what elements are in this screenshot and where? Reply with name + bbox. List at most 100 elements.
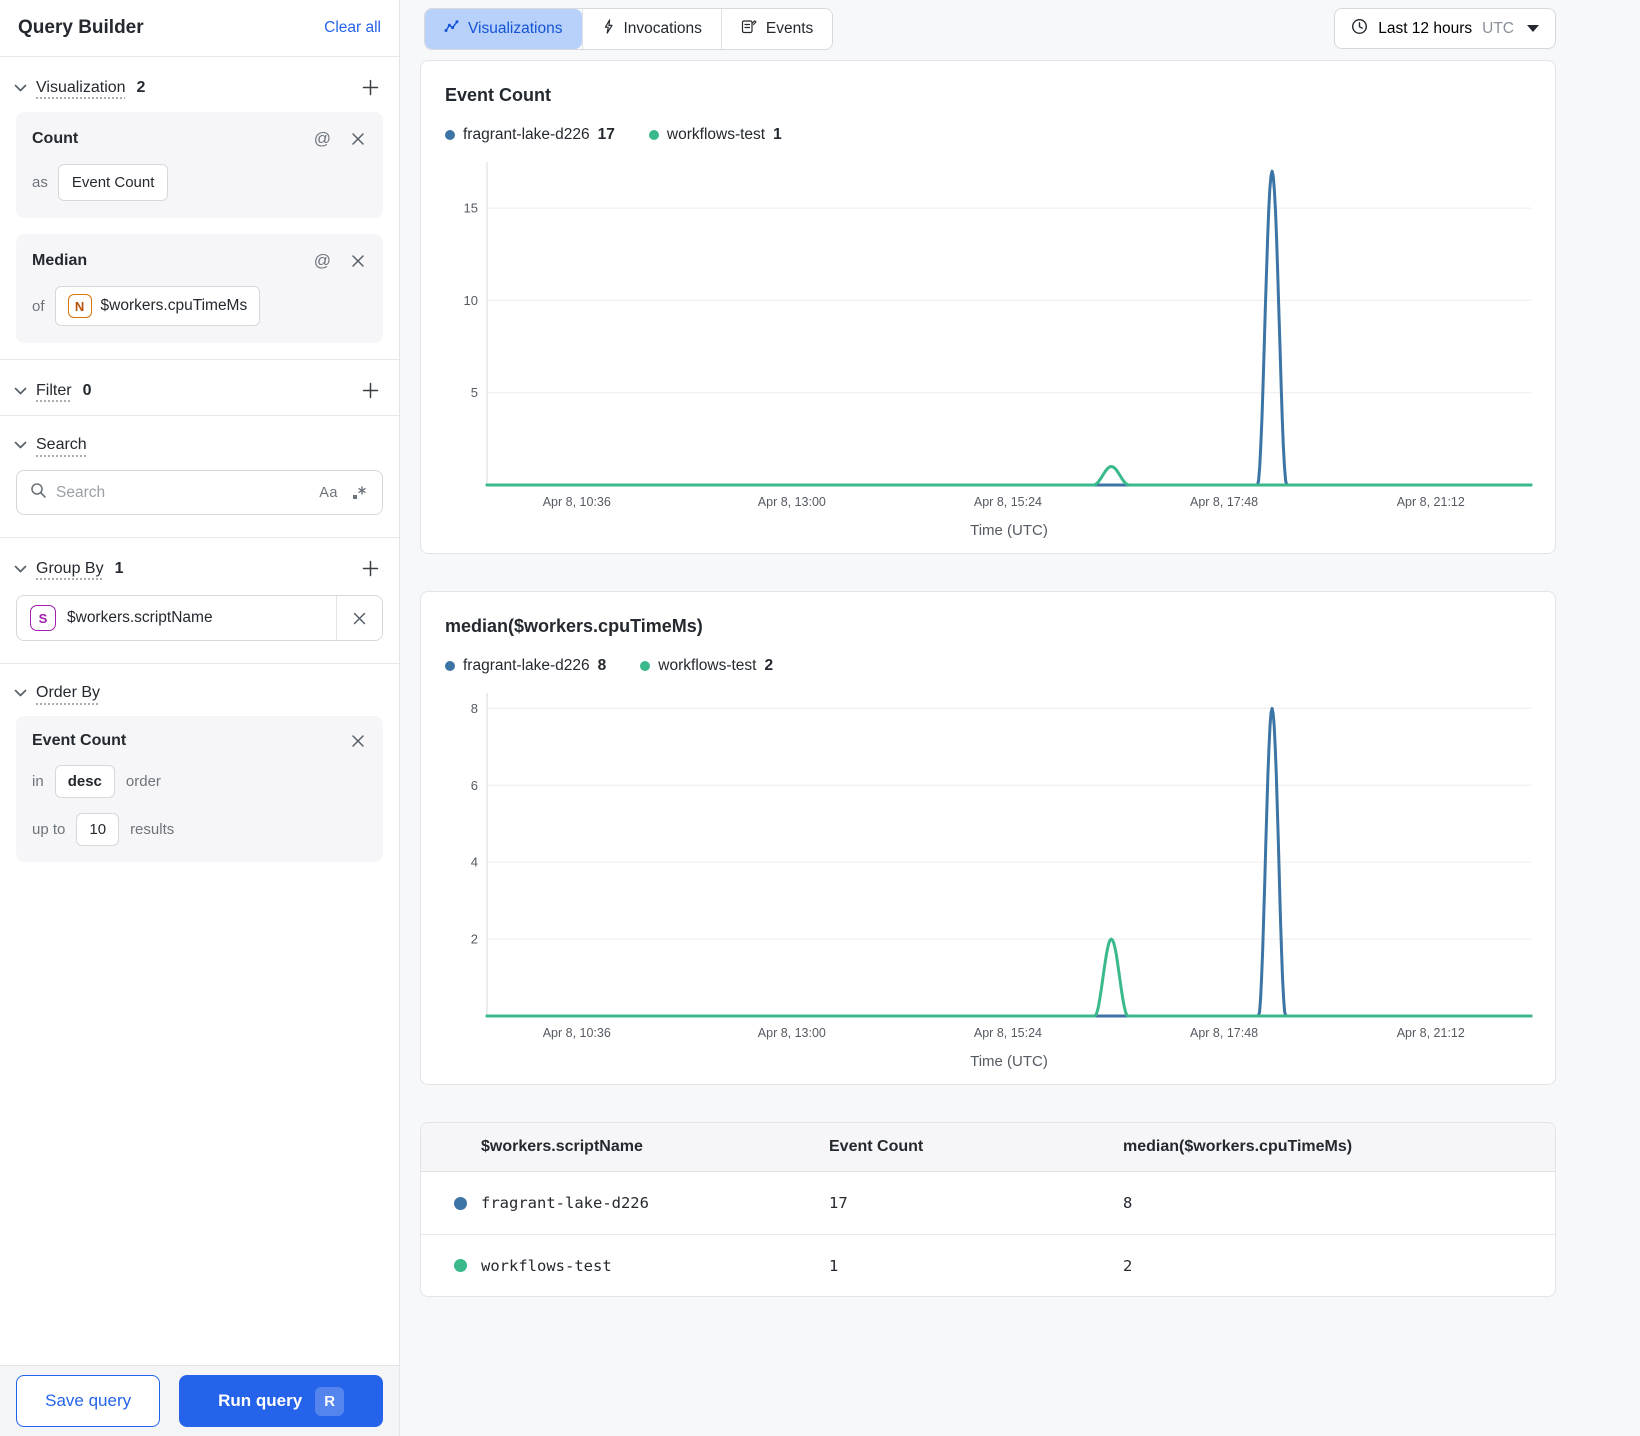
chevron-down-icon[interactable] — [14, 441, 27, 449]
x-tick-label: Apr 8, 21:12 — [1397, 495, 1465, 509]
app: Query Builder Clear all Visualization 2 … — [0, 0, 1640, 1436]
group-by-section-header: Group By 1 — [0, 538, 399, 593]
group-by-count: 1 — [114, 559, 124, 577]
legend-dot — [648, 130, 659, 140]
run-shortcut-badge: R — [315, 1386, 345, 1416]
event-count-chart[interactable]: 5 10 15 Apr 8, 10:36 Apr 8, 13:00 Apr 8, 15:2… — [445, 158, 1533, 543]
median-chart-card: median($workers.cpuTimeMs) fragrant-lake… — [420, 591, 1556, 1085]
mention-icon[interactable]: @ — [312, 127, 333, 151]
median-value: 8 — [1123, 1194, 1133, 1212]
order-by-card: Event Count in desc order up to 10 resul… — [16, 716, 383, 862]
group-by-section-label[interactable]: Group By — [36, 560, 104, 578]
of-label: of — [32, 297, 45, 315]
sort-direction-chip[interactable]: desc — [54, 765, 115, 798]
x-tick-label: Apr 8, 17:48 — [1190, 1026, 1258, 1040]
chevron-down-icon[interactable] — [14, 565, 27, 573]
filter-count: 0 — [82, 381, 92, 399]
median-visualization-card: Median @ of N $workers.cpuTimeMs — [16, 234, 383, 343]
legend-series-name: workflows-test — [666, 126, 766, 143]
x-tick-label: Apr 8, 13:00 — [758, 495, 826, 509]
table-row[interactable]: workflows-test 1 2 — [421, 1234, 1555, 1296]
column-script-name: $workers.scriptName — [481, 1138, 643, 1155]
filter-section-header: Filter 0 — [0, 360, 399, 415]
run-query-button[interactable]: Run query R — [179, 1375, 383, 1427]
median-field-chip[interactable]: N $workers.cpuTimeMs — [54, 286, 261, 326]
search-box: Aa — [16, 470, 383, 515]
remove-median-button[interactable] — [349, 252, 367, 270]
median-chart[interactable]: 2 4 6 8 Apr 8, 10:36 Apr 8, 13:00 Apr 8, 15:24… — [445, 689, 1533, 1074]
legend-series-name: workflows-test — [658, 657, 757, 674]
query-builder-sidebar: Query Builder Clear all Visualization 2 … — [0, 0, 400, 1436]
tab-events[interactable]: Events — [720, 8, 833, 49]
chart-title: median($workers.cpuTimeMs) — [445, 616, 703, 636]
order-by-section-label[interactable]: Order By — [36, 684, 100, 702]
median-value: 2 — [1123, 1256, 1133, 1275]
group-by-item[interactable]: S $workers.scriptName — [16, 595, 383, 641]
legend-item[interactable]: fragrant-lake-d226 17 — [445, 126, 615, 144]
legend-series-value: 1 — [773, 126, 782, 143]
visualization-section-header: Visualization 2 — [0, 57, 399, 112]
add-visualization-button[interactable] — [360, 77, 381, 98]
group-by-field: $workers.scriptName — [67, 609, 213, 626]
legend-dot — [640, 661, 651, 671]
search-section-label[interactable]: Search — [36, 436, 87, 454]
x-tick-label: Apr 8, 15:24 — [974, 1026, 1042, 1040]
order-by-section-header: Order By — [0, 664, 399, 716]
legend-series-name: fragrant-lake-d226 — [463, 126, 590, 143]
filter-section-label[interactable]: Filter — [36, 382, 72, 400]
legend-series-name: fragrant-lake-d226 — [463, 657, 590, 674]
search-icon — [30, 482, 47, 504]
time-range-selector[interactable]: Last 12 hours UTC — [1334, 8, 1556, 49]
chevron-down-icon[interactable] — [14, 689, 27, 697]
count-card-title: Count — [32, 130, 79, 147]
clear-all-button[interactable]: Clear all — [324, 19, 381, 37]
svg-text:15: 15 — [464, 201, 478, 216]
search-input[interactable] — [56, 483, 309, 502]
remove-order-by-button[interactable] — [349, 732, 367, 750]
event-count-value: 17 — [829, 1194, 848, 1212]
table-row[interactable]: fragrant-lake-d226 17 8 — [421, 1172, 1555, 1234]
number-type-icon: N — [67, 294, 92, 318]
visualization-count: 2 — [136, 78, 146, 96]
topbar: Visualizations Invocations Events Last 1… — [401, 0, 1640, 50]
mention-icon[interactable]: @ — [312, 249, 333, 273]
sidebar-header: Query Builder Clear all — [0, 0, 399, 57]
chart-legend: fragrant-lake-d226 17 workflows-test 1 — [445, 126, 1531, 144]
legend-item[interactable]: workflows-test 2 — [640, 657, 773, 675]
remove-count-button[interactable] — [349, 130, 367, 148]
legend-series-value: 17 — [597, 126, 615, 143]
svg-text:8: 8 — [471, 701, 478, 716]
visualization-section-label[interactable]: Visualization — [36, 79, 126, 97]
svg-text:6: 6 — [471, 778, 478, 793]
match-case-icon[interactable]: Aa — [317, 483, 340, 503]
x-tick-label: Apr 8, 21:12 — [1397, 1026, 1465, 1040]
timezone-label: UTC — [1482, 19, 1514, 37]
series-color-dot — [454, 1196, 467, 1210]
legend-dot — [445, 661, 455, 671]
event-log-icon — [741, 19, 757, 39]
chart-title: Event Count — [445, 85, 551, 105]
sidebar-footer: Save query Run query R — [0, 1365, 399, 1436]
x-tick-label: Apr 8, 15:24 — [974, 495, 1042, 509]
add-filter-button[interactable] — [360, 380, 381, 401]
save-query-button[interactable]: Save query — [16, 1375, 161, 1427]
tab-visualizations[interactable]: Visualizations — [425, 8, 582, 49]
x-tick-label: Apr 8, 10:36 — [543, 1026, 611, 1040]
tab-invocations[interactable]: Invocations — [581, 8, 721, 49]
remove-group-by-button[interactable] — [336, 596, 382, 640]
event-count-alias-chip[interactable]: Event Count — [57, 164, 169, 201]
x-tick-label: Apr 8, 10:36 — [543, 495, 611, 509]
event-count-value: 1 — [829, 1256, 839, 1275]
x-axis-label: Time (UTC) — [970, 1053, 1048, 1070]
legend-item[interactable]: workflows-test 1 — [648, 126, 782, 144]
chevron-down-icon[interactable] — [14, 387, 27, 395]
chevron-down-icon[interactable] — [14, 84, 27, 92]
svg-text:5: 5 — [471, 385, 478, 400]
legend-item[interactable]: fragrant-lake-d226 8 — [445, 657, 606, 675]
search-section-header: Search — [0, 416, 399, 468]
add-group-by-button[interactable] — [360, 558, 381, 579]
string-type-icon: S — [30, 605, 56, 631]
clock-icon — [1351, 18, 1368, 40]
result-limit-chip[interactable]: 10 — [76, 813, 120, 846]
regex-icon[interactable] — [349, 483, 369, 503]
